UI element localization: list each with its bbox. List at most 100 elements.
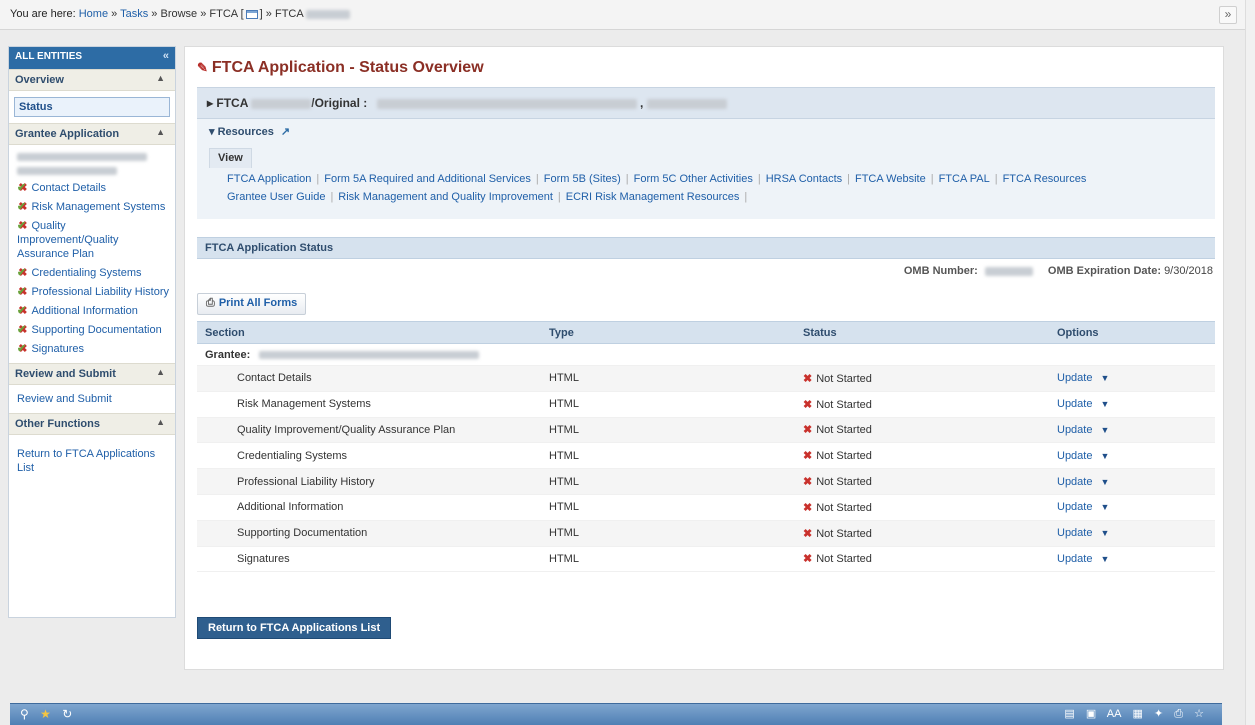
sidebar-item-label: Supporting Documentation	[31, 324, 162, 336]
sidebar-item-section[interactable]: ✖ Credentialing Systems	[9, 264, 175, 283]
sidebar-item-review-submit[interactable]: Review and Submit	[9, 385, 175, 413]
status-cell: ✖ Not Started	[795, 365, 1049, 392]
resource-link[interactable]: HRSA Contacts	[766, 173, 842, 185]
dropdown-caret-icon[interactable]: ▼	[1100, 528, 1109, 538]
grantee-application-group[interactable]: Grantee Application ▲	[9, 123, 175, 145]
external-link-icon[interactable]: ↗	[281, 126, 290, 138]
resource-link[interactable]: Form 5B (Sites)	[544, 173, 621, 185]
options-cell: Update ▼	[1049, 365, 1215, 392]
breadcrumb-ftca-current: FTCA	[274, 8, 304, 20]
breadcrumb-sep: »	[200, 8, 207, 20]
window-icon[interactable]	[245, 9, 258, 19]
not-started-icon: ✖	[803, 372, 813, 385]
overview-group[interactable]: Overview ▲	[9, 69, 175, 91]
table-row: Professional Liability History HTML ✖ Not S…	[197, 468, 1215, 495]
column-section[interactable]: Section	[197, 321, 541, 344]
resource-link[interactable]: FTCA PAL	[939, 173, 990, 185]
status-cell: ✖ Not Started	[795, 520, 1049, 547]
sidebar-item-label: Quality Improvement/Quality Assurance Pl…	[17, 220, 119, 260]
column-status[interactable]: Status	[795, 321, 1049, 344]
save-icon[interactable]: ▣	[1086, 708, 1096, 720]
update-link[interactable]: Update	[1057, 450, 1092, 462]
review-submit-label: Review and Submit	[15, 368, 116, 380]
resource-link[interactable]: Form 5A Required and Additional Services	[324, 173, 531, 185]
not-started-icon: ✖	[17, 324, 27, 336]
page-title: ✎ FTCA Application - Status Overview	[197, 59, 484, 77]
redacted-text	[306, 9, 351, 19]
dropdown-caret-icon[interactable]: ▼	[1100, 399, 1109, 409]
dropdown-caret-icon[interactable]: ▼	[1100, 477, 1109, 487]
tools-icon[interactable]: ✦	[1154, 708, 1163, 720]
favorite-star-icon[interactable]: ★	[40, 707, 51, 721]
printer-icon: ⎙	[206, 297, 215, 309]
resource-link[interactable]: FTCA Website	[855, 173, 926, 185]
options-cell: Update ▼	[1049, 494, 1215, 521]
search-icon[interactable]: ⚲	[20, 707, 29, 721]
resource-link[interactable]: ECRI Risk Management Resources	[566, 191, 740, 203]
not-started-icon: ✖	[803, 424, 813, 437]
sidebar-item-section[interactable]: ✖ Risk Management Systems	[9, 198, 175, 217]
dropdown-caret-icon[interactable]: ▼	[1100, 502, 1109, 512]
resources-header[interactable]: ▾ Resources ↗	[209, 125, 1203, 138]
not-started-icon: ✖	[803, 476, 813, 489]
breadcrumb-sep: »	[111, 8, 118, 20]
sidebar-item-section[interactable]: ✖ Supporting Documentation	[9, 321, 175, 340]
resource-link[interactable]: FTCA Resources	[1003, 173, 1087, 185]
link-separator: |	[535, 173, 539, 185]
update-link[interactable]: Update	[1057, 398, 1092, 410]
breadcrumb-browse: Browse	[160, 8, 198, 20]
text-size-icon[interactable]: AA	[1107, 708, 1122, 720]
print-all-forms-button[interactable]: ⎙ Print All Forms	[197, 293, 307, 315]
print-icon[interactable]: ⎙	[1174, 708, 1183, 720]
status-cell: ✖ Not Started	[795, 442, 1049, 470]
update-link[interactable]: Update	[1057, 476, 1092, 488]
document-icon[interactable]: ▤	[1064, 708, 1074, 720]
dropdown-caret-icon[interactable]: ▼	[1100, 451, 1109, 461]
collapse-nav-icon[interactable]: «	[163, 50, 169, 62]
update-link[interactable]: Update	[1057, 424, 1092, 436]
not-started-icon: ✖	[803, 398, 813, 411]
update-link[interactable]: Update	[1057, 553, 1092, 565]
update-link[interactable]: Update	[1057, 372, 1092, 384]
sidebar-item-section[interactable]: ✖Quality Improvement/Quality Assurance P…	[9, 217, 175, 264]
column-type[interactable]: Type	[541, 321, 795, 344]
breadcrumb-home[interactable]: Home	[79, 8, 108, 20]
return-to-list-button[interactable]: Return to FTCA Applications List	[197, 617, 392, 639]
sidebar-item-section[interactable]: ✖ Signatures	[9, 340, 175, 359]
refresh-icon[interactable]: ↻	[62, 707, 72, 721]
resource-link[interactable]: Form 5C Other Activities	[634, 173, 753, 185]
all-entities-label: ALL ENTITIES	[15, 51, 83, 62]
review-submit-group[interactable]: Review and Submit ▲	[9, 363, 175, 385]
dropdown-caret-icon[interactable]: ▼	[1100, 373, 1109, 383]
resource-link[interactable]: FTCA Application	[227, 173, 311, 185]
sidebar-item-label: Additional Information	[31, 305, 138, 317]
calculator-icon[interactable]: ▦	[1133, 708, 1143, 720]
update-link[interactable]: Update	[1057, 501, 1092, 513]
window-scrollbar[interactable]	[1245, 0, 1255, 725]
other-functions-group[interactable]: Other Functions ▲	[9, 413, 175, 435]
breadcrumb: You are here: Home » Tasks » Browse » FT…	[0, 0, 1255, 30]
dropdown-caret-icon[interactable]: ▼	[1100, 554, 1109, 564]
sidebar-item-section[interactable]: ✖ Professional Liability History	[9, 283, 175, 302]
sidebar-item-section[interactable]: ✖ Additional Information	[9, 302, 175, 321]
status-text: Not Started	[816, 553, 872, 566]
bookmark-star-icon[interactable]: ☆	[1194, 708, 1204, 720]
application-summary-bar[interactable]: ▸ FTCA /Original : ,	[197, 87, 1215, 119]
not-started-icon: ✖	[803, 527, 813, 540]
collapse-header-button[interactable]: »	[1219, 6, 1237, 24]
table-header-row: Section Type Status Options	[197, 321, 1215, 344]
other-functions-label: Other Functions	[15, 418, 100, 430]
status-text: Not Started	[816, 398, 872, 411]
sidebar-item-section[interactable]: ✖ Contact Details	[9, 179, 175, 198]
resource-link[interactable]: Grantee User Guide	[227, 191, 325, 203]
table-row: Quality Improvement/Quality Assurance Pl…	[197, 417, 1215, 444]
update-link[interactable]: Update	[1057, 527, 1092, 539]
breadcrumb-tasks[interactable]: Tasks	[120, 8, 148, 20]
sidebar-item-return[interactable]: Return to FTCA Applications List	[9, 435, 175, 482]
caret-up-icon: ▲	[156, 73, 165, 83]
tab-view[interactable]: View	[209, 148, 252, 168]
sidebar-item-status[interactable]: Status	[14, 97, 170, 117]
section-cell: Risk Management Systems	[197, 391, 541, 418]
resource-link[interactable]: Risk Management and Quality Improvement	[338, 191, 553, 203]
dropdown-caret-icon[interactable]: ▼	[1100, 425, 1109, 435]
